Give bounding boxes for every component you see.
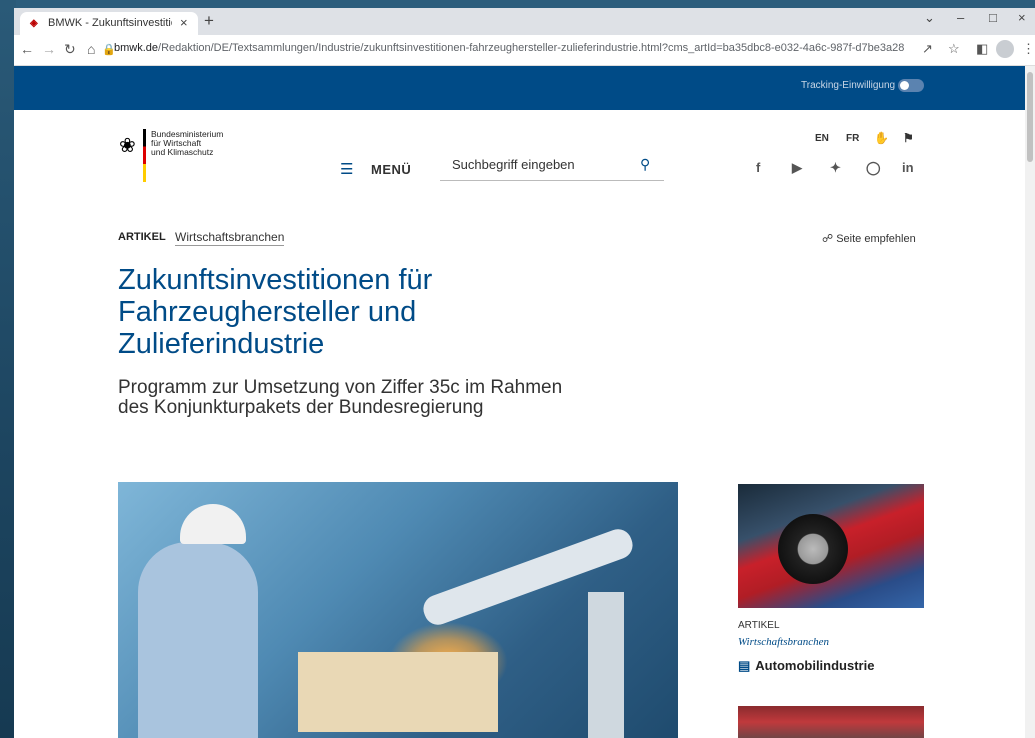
tracking-consent-toggle[interactable] bbox=[898, 79, 924, 92]
article-list-icon: ▤ bbox=[738, 658, 751, 673]
related-article-type: ARTIKEL bbox=[738, 620, 780, 631]
article-category-link[interactable]: Wirtschaftsbranchen bbox=[175, 230, 285, 246]
lang-en-link[interactable]: EN bbox=[815, 133, 829, 144]
share-icon: ☍ bbox=[822, 233, 834, 245]
instagram-icon[interactable]: ◯ bbox=[866, 160, 881, 176]
url-domain: bmwk.de bbox=[114, 42, 159, 54]
easy-language-icon[interactable]: ⚑ bbox=[903, 131, 914, 145]
sign-language-icon[interactable]: ✋ bbox=[874, 131, 889, 145]
related-article-category[interactable]: Wirtschaftsbranchen bbox=[738, 636, 829, 648]
minimize-icon[interactable]: – bbox=[957, 10, 964, 25]
search-icon[interactable]: ⚲ bbox=[640, 156, 650, 173]
tab-title: BMWK - Zukunftsinvestitionen fü bbox=[48, 17, 172, 29]
twitter-icon[interactable]: ✦ bbox=[830, 160, 841, 176]
browser-menu-icon[interactable]: ⋮ bbox=[1022, 41, 1035, 57]
new-tab-icon[interactable]: + bbox=[204, 11, 214, 31]
hero-car-body bbox=[298, 652, 498, 732]
hero-image bbox=[118, 482, 678, 738]
hamburger-menu-icon[interactable]: ☰ bbox=[340, 160, 353, 178]
bmwk-favicon-icon: ◈ bbox=[30, 18, 38, 29]
address-bar[interactable]: bmwk.de/Redaktion/DE/Textsammlungen/Indu… bbox=[114, 42, 904, 54]
browser-toolbar: ← → ↻ ⌂ 🔒 bmwk.de/Redaktion/DE/Textsamml… bbox=[14, 35, 1035, 66]
flag-stripe bbox=[143, 129, 146, 182]
related-article-image-2[interactable] bbox=[738, 706, 924, 738]
page-subtitle: Programm zur Umsetzung von Ziffer 35c im… bbox=[118, 377, 563, 418]
lang-fr-link[interactable]: FR bbox=[846, 133, 859, 144]
wheel-image-detail bbox=[778, 514, 848, 584]
related-article-image[interactable] bbox=[738, 484, 924, 608]
reload-icon[interactable]: ↻ bbox=[64, 41, 76, 58]
youtube-icon[interactable]: ▶ bbox=[792, 160, 802, 176]
related-article-title: Automobilindustrie bbox=[755, 658, 875, 673]
top-utility-bar: Tracking-Einwilligung bbox=[14, 66, 1035, 110]
scrollbar-thumb[interactable] bbox=[1027, 72, 1033, 162]
related-article-title-link[interactable]: ▤ Automobilindustrie bbox=[738, 658, 874, 674]
profile-avatar-icon[interactable] bbox=[996, 40, 1014, 58]
hero-helmet bbox=[180, 504, 246, 544]
close-tab-icon[interactable]: × bbox=[180, 15, 188, 30]
tab-search-chevron-icon[interactable]: ⌄ bbox=[924, 10, 935, 26]
hero-robot-base bbox=[588, 592, 624, 738]
url-path: /Redaktion/DE/Textsammlungen/Industrie/z… bbox=[158, 42, 904, 54]
share-page-icon[interactable]: ↗ bbox=[922, 41, 933, 57]
page-title: Zukunftsinvestitionen für Fahrzeugherste… bbox=[118, 264, 433, 360]
tracking-consent-label: Tracking-Einwilligung bbox=[801, 80, 896, 91]
tab-strip: ◈ BMWK - Zukunftsinvestitionen fü × + ⌄ … bbox=[14, 8, 1035, 35]
forward-icon[interactable]: → bbox=[42, 41, 56, 57]
linkedin-icon[interactable]: in bbox=[902, 160, 914, 175]
web-page: Tracking-Einwilligung ❀ Bundesministeriu… bbox=[14, 66, 1035, 738]
facebook-icon[interactable]: f bbox=[756, 160, 760, 175]
close-window-icon[interactable]: × bbox=[1018, 10, 1026, 25]
share-page-link[interactable]: ☍ Seite empfehlen bbox=[822, 232, 916, 245]
search-input[interactable]: Suchbegriff eingeben bbox=[452, 157, 575, 172]
ministry-logo-text[interactable]: Bundesministerium für Wirtschaft und Kli… bbox=[151, 130, 251, 157]
maximize-icon[interactable]: □ bbox=[989, 10, 997, 25]
home-icon[interactable]: ⌂ bbox=[87, 41, 95, 57]
hero-engineer-figure bbox=[138, 542, 258, 738]
back-icon[interactable]: ← bbox=[20, 41, 34, 57]
bookmark-star-icon[interactable]: ☆ bbox=[948, 41, 960, 57]
logo-line-3: und Klimaschutz bbox=[151, 147, 214, 157]
federal-eagle-logo-icon[interactable]: ❀ bbox=[119, 133, 136, 158]
toggle-knob bbox=[900, 81, 909, 90]
search-field[interactable]: Suchbegriff eingeben ⚲ bbox=[440, 152, 664, 181]
browser-tab[interactable]: ◈ BMWK - Zukunftsinvestitionen fü × bbox=[20, 12, 198, 35]
article-type-label: ARTIKEL bbox=[118, 231, 166, 243]
browser-window: ◈ BMWK - Zukunftsinvestitionen fü × + ⌄ … bbox=[14, 8, 1035, 738]
menu-button[interactable]: MENÜ bbox=[371, 162, 411, 177]
page-scrollbar[interactable] bbox=[1025, 66, 1035, 738]
share-page-label: Seite empfehlen bbox=[836, 233, 916, 245]
side-panel-icon[interactable]: ◧ bbox=[976, 41, 988, 57]
